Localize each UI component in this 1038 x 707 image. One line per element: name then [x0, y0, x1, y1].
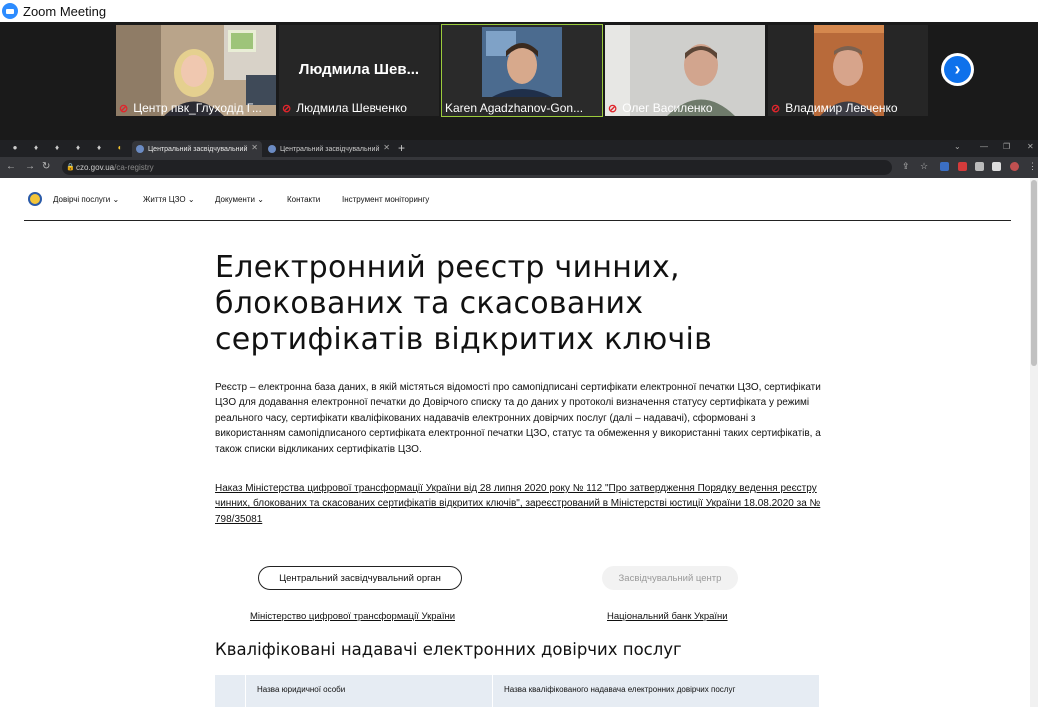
page-title: Електронний реєстр чинних, блокованих та…: [215, 250, 713, 357]
avatar[interactable]: [1010, 162, 1019, 171]
participant-name: ⊘ Владимир Левченко: [771, 101, 898, 115]
browser-toolbar: ← → ↻ 🔒 czo.gov.ua/ca-registry ⇪ ☆ ⋮: [0, 157, 1038, 178]
tab-central-authority[interactable]: Центральний засвідчувальний орган: [258, 566, 462, 590]
table-index-column: [215, 675, 246, 707]
chevron-down-icon[interactable]: ⌄: [954, 142, 961, 151]
pinned-tab-icon[interactable]: ●: [10, 143, 20, 153]
puzzle-icon[interactable]: [975, 162, 984, 171]
new-tab-button[interactable]: +: [398, 141, 405, 155]
restore-icon[interactable]: ❐: [1003, 142, 1010, 151]
participants-strip: ⊘ Центр пвк_Глуходід Г... Людмила Шев... …: [0, 22, 1038, 140]
link-national-bank[interactable]: Національний банк України: [607, 611, 728, 622]
bookmark-star-icon[interactable]: ☆: [920, 161, 928, 172]
back-icon[interactable]: ←: [6, 161, 16, 172]
column-header-provider-name[interactable]: Назва кваліфікованого надавача електронн…: [504, 685, 735, 694]
browser-tab[interactable]: Центральний засвідчувальний ✕: [264, 141, 394, 157]
next-page-button[interactable]: ›: [941, 53, 974, 86]
lock-icon: 🔒: [66, 164, 75, 171]
chevron-right-icon: ›: [944, 56, 971, 83]
page-scrollbar[interactable]: [1030, 178, 1038, 707]
pinned-tab-icon[interactable]: ♦: [31, 143, 41, 153]
link-ministry-digital[interactable]: Міністерство цифрової трансформації Укра…: [250, 611, 455, 622]
participant-tile[interactable]: ⊘ Центр пвк_Глуходід Г...: [116, 25, 276, 116]
more-menu-icon[interactable]: ⋮: [1028, 161, 1037, 172]
participant-tile[interactable]: Людмила Шев... ⊘ Людмила Шевченко: [279, 25, 439, 116]
share-icon[interactable]: ⇪: [902, 161, 910, 172]
participant-name: ⊘ Олег Василенко: [608, 101, 713, 115]
pinned-tab-icon[interactable]: ◐: [115, 143, 125, 153]
browser-tab-active[interactable]: Центральний засвідчувальний ✕: [132, 141, 262, 157]
participant-tile[interactable]: ⊘ Владимир Левченко: [768, 25, 928, 116]
section-title: Кваліфіковані надавачі електронних довір…: [215, 640, 682, 659]
mic-muted-icon: ⊘: [608, 102, 618, 115]
nav-item-monitoring[interactable]: Інструмент моніторингу: [342, 195, 429, 204]
web-page: Довірчі послуги ⌄ Життя ЦЗО ⌄ Документи …: [0, 178, 1038, 707]
pinned-tab-icon[interactable]: ♦: [73, 143, 83, 153]
nav-item-life[interactable]: Життя ЦЗО ⌄: [143, 195, 195, 204]
zoom-window: Zoom Meeting ⊘ Центр пвк_Глуходід Г... Лю…: [0, 0, 1038, 707]
zoom-logo-icon: [2, 3, 18, 19]
scrollbar-thumb[interactable]: [1031, 180, 1037, 366]
participant-tile-active[interactable]: Karen Agadzhanov-Gon...: [441, 24, 603, 117]
sidepanel-icon[interactable]: [992, 162, 1001, 171]
browser-tabbar: ● ♦ ♦ ♦ ♦ ◐ Центральний засвідчувальний …: [0, 140, 1038, 157]
chevron-down-icon: ⌄: [112, 195, 120, 204]
chevron-down-icon: ⌄: [257, 195, 264, 204]
law-link[interactable]: Наказ Міністерства цифрової трансформаці…: [215, 481, 825, 527]
participant-display-name: Людмила Шев...: [298, 61, 420, 78]
close-tab-icon[interactable]: ✕: [383, 143, 390, 152]
address-bar[interactable]: 🔒 czo.gov.ua/ca-registry: [62, 160, 892, 175]
site-navbar: Довірчі послуги ⌄ Життя ЦЗО ⌄ Документи …: [24, 178, 1011, 221]
mic-muted-icon: ⊘: [282, 102, 292, 115]
reload-icon[interactable]: ↻: [42, 161, 50, 172]
participant-tile[interactable]: ⊘ Олег Василенко: [605, 25, 765, 116]
nav-item-trust-services[interactable]: Довірчі послуги ⌄: [53, 195, 119, 204]
mic-muted-icon: ⊘: [119, 102, 129, 115]
window-title: Zoom Meeting: [23, 3, 107, 19]
nav-item-contacts[interactable]: Контакти: [287, 195, 320, 204]
pinned-tab-icon[interactable]: ♦: [94, 143, 104, 153]
extension-icon[interactable]: [940, 162, 949, 171]
registry-description: Реєстр – електронна база даних, в якій м…: [215, 382, 821, 455]
close-tab-icon[interactable]: ✕: [251, 143, 258, 152]
pinned-tab-icon[interactable]: ♦: [52, 143, 62, 153]
tab-certification-center[interactable]: Засвідчувальний центр: [602, 566, 738, 590]
participant-name: ⊘ Людмила Шевченко: [282, 101, 407, 115]
site-logo[interactable]: [28, 192, 42, 206]
forward-icon[interactable]: →: [25, 161, 35, 172]
extension-icon[interactable]: [958, 162, 967, 171]
close-window-icon[interactable]: ✕: [1027, 142, 1034, 151]
mic-muted-icon: ⊘: [771, 102, 781, 115]
table-header: Назва юридичної особи Назва кваліфікован…: [215, 675, 819, 707]
column-header-legal-entity[interactable]: Назва юридичної особи: [257, 685, 345, 694]
zoom-titlebar: Zoom Meeting: [0, 0, 1038, 22]
column-divider: [492, 675, 493, 707]
nav-item-documents[interactable]: Документи ⌄: [215, 195, 264, 204]
chevron-down-icon: ⌄: [187, 195, 195, 204]
minimize-icon[interactable]: —: [980, 142, 988, 151]
participant-name: ⊘ Центр пвк_Глуходід Г...: [119, 101, 262, 115]
site-favicon-icon: [136, 145, 144, 153]
site-favicon-icon: [268, 145, 276, 153]
participant-name: Karen Agadzhanov-Gon...: [445, 101, 584, 115]
